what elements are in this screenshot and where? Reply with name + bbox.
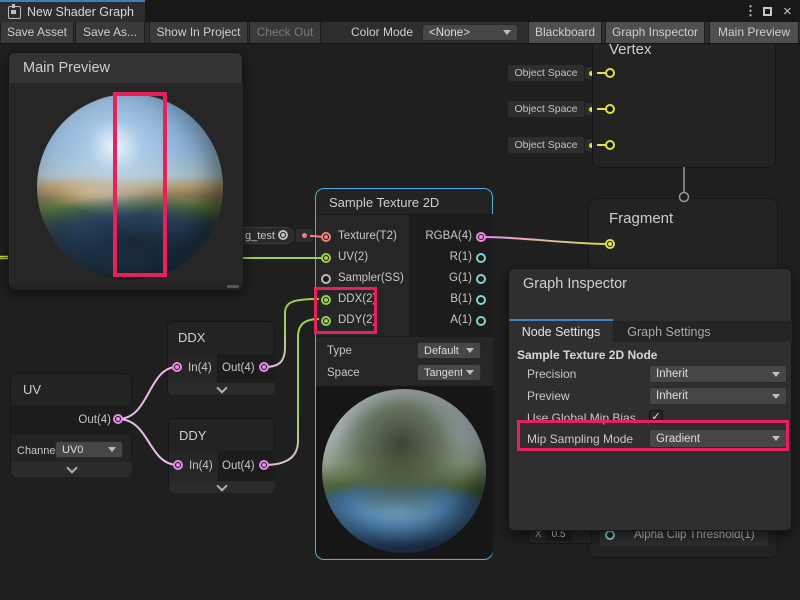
port-g[interactable] [476,274,486,284]
window-tab-bar: New Shader Graph [0,0,800,22]
port-ddy-in[interactable] [173,460,183,470]
blackboard-toggle[interactable]: Blackboard [528,22,602,43]
graph-inspector-panel: Graph Inspector Node Settings Graph Sett… [508,268,792,531]
port-ddx-in[interactable] [172,362,182,372]
show-in-project-button[interactable]: Show In Project [149,22,248,43]
port-base-color[interactable] [605,239,615,249]
port-rgba[interactable] [476,232,486,242]
resize-grip[interactable] [227,285,239,288]
wire-uvout-ddyin[interactable] [118,419,178,465]
port-tangent[interactable] [605,140,615,150]
wire-ddxout-ddx2[interactable] [264,299,319,367]
port-ddx-out[interactable] [259,362,269,372]
dropdown-arrow-icon [772,394,780,399]
port-ddy-out[interactable] [259,460,269,470]
annotation-mip-sampling-mode [517,420,789,451]
save-as-button[interactable]: Save As... [75,22,145,43]
vertex-fragment-connector[interactable] [680,193,689,202]
check-out-button: Check Out [249,22,321,43]
inspector-section-title: Sample Texture 2D Node [517,348,657,362]
port-uv-out[interactable] [113,414,123,424]
port-b[interactable] [476,295,486,305]
wire-uvout-ddxin[interactable] [118,367,177,419]
wire-rgba-basecolor[interactable] [482,237,610,244]
precision-dropdown[interactable]: Inherit [649,365,787,383]
document-tab-title: New Shader Graph [27,5,134,19]
main-preview-header[interactable]: Main Preview [9,53,242,83]
port-g-test[interactable] [278,230,288,240]
port-r[interactable] [476,253,486,263]
dropdown-arrow-icon [503,30,511,35]
tab-node-settings[interactable]: Node Settings [509,321,613,342]
window-menu-button[interactable]: ⋮ [744,0,757,22]
annotation-ddx-ddy [314,287,377,334]
maximize-icon [763,7,772,16]
window-close-button[interactable]: × [783,0,792,22]
port-sampler[interactable] [321,274,331,284]
preview-dropdown[interactable]: Inherit [649,387,787,405]
preview-label: Preview [527,389,570,403]
toolbar: Save Asset Save As... Show In Project Ch… [0,22,800,44]
window-maximize-button[interactable] [763,0,772,22]
shader-graph-window: Vertex Position(3) Normal(3) Tangent(3) … [0,0,800,600]
port-a[interactable] [476,316,486,326]
main-preview-footer [10,284,243,290]
save-asset-button[interactable]: Save Asset [0,22,74,43]
graph-inspector-toggle[interactable]: Graph Inspector [605,22,705,43]
port-alpha-clip[interactable] [605,530,615,540]
color-mode-dropdown[interactable]: <None> [422,24,518,41]
shader-graph-icon [8,6,21,19]
graph-inspector-header[interactable]: Graph Inspector [509,269,791,299]
annotation-main-preview [113,92,167,277]
port-normal[interactable] [605,104,615,114]
tab-graph-settings[interactable]: Graph Settings [613,321,725,342]
color-mode-label: Color Mode [351,22,413,43]
wire-ddyout-ddy2[interactable] [264,319,319,465]
precision-label: Precision [527,367,576,381]
port-uv2[interactable] [321,253,331,263]
main-preview-toggle[interactable]: Main Preview [709,22,799,43]
port-texture-t2[interactable] [321,232,331,242]
document-tab[interactable]: New Shader Graph [0,0,145,22]
port-position[interactable] [605,68,615,78]
dropdown-arrow-icon [772,372,780,377]
